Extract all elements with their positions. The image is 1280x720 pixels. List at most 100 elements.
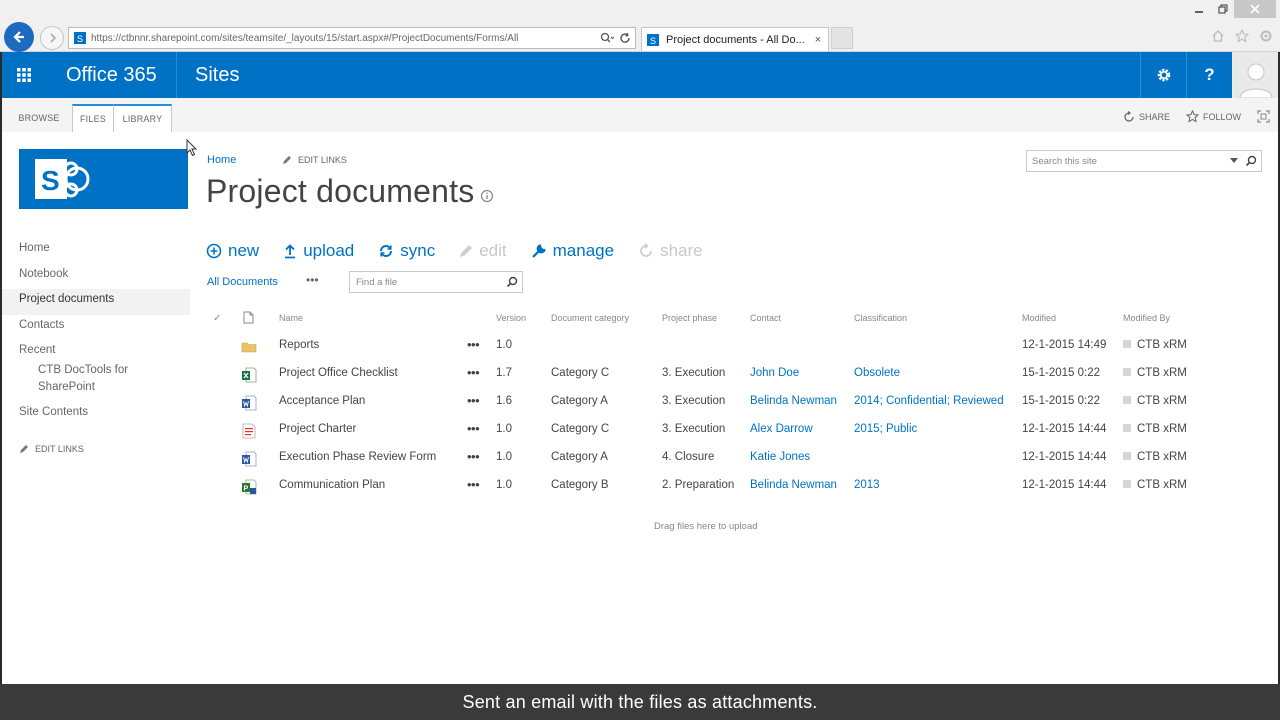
col-version[interactable]: Version <box>496 313 526 323</box>
file-name[interactable]: Communication Plan <box>279 479 385 491</box>
file-contact[interactable]: Alex Darrow <box>750 423 813 435</box>
col-modified[interactable]: Modified <box>1022 313 1056 323</box>
presence-icon <box>1123 396 1131 404</box>
site-logo[interactable]: S <box>19 149 188 209</box>
file-contact[interactable]: Katie Jones <box>750 451 810 463</box>
sync-button[interactable]: sync <box>378 241 435 261</box>
tab-files[interactable]: FILES <box>72 104 114 132</box>
table-row[interactable]: Acceptance Plan ••• 1.6 Category A 3. Ex… <box>0 393 1280 423</box>
file-contact[interactable]: John Doe <box>750 367 799 379</box>
nav-item-notebook[interactable]: Notebook <box>19 264 189 290</box>
browser-tab[interactable]: S Project documents - All Do... × <box>641 27 829 51</box>
file-contact[interactable]: Belinda Newman <box>750 395 837 407</box>
breadcrumb-home[interactable]: Home <box>207 154 236 166</box>
tab-title: Project documents - All Do... <box>666 33 805 46</box>
refresh-icon[interactable] <box>617 30 633 46</box>
tab-library[interactable]: LIBRARY <box>114 104 172 132</box>
table-row[interactable]: Project Charter ••• 1.0 Category C 3. Ex… <box>0 421 1280 451</box>
item-menu-ellipsis[interactable]: ••• <box>467 421 480 436</box>
file-modified-by[interactable]: CTB xRM <box>1123 451 1187 463</box>
app-launcher-button[interactable] <box>2 52 46 98</box>
nav-item-project-documents[interactable]: Project documents <box>0 289 190 315</box>
file-modified-by[interactable]: CTB xRM <box>1123 423 1187 435</box>
tab-close-icon[interactable]: × <box>812 34 824 46</box>
person-icon <box>1238 63 1273 98</box>
focus-content-button[interactable] <box>1257 110 1270 123</box>
file-name[interactable]: Execution Phase Review Form <box>279 451 436 463</box>
table-row[interactable]: Reports ••• 1.0 12-1-2015 14:49 CTB xRM <box>0 337 1280 367</box>
new-button[interactable]: new <box>206 241 259 261</box>
chevron-down-icon[interactable] <box>1227 158 1241 164</box>
modified-by-name[interactable]: CTB xRM <box>1137 367 1187 379</box>
tools-gear-icon[interactable] <box>1258 28 1274 44</box>
file-name[interactable]: Project Office Checklist <box>279 367 398 379</box>
edit-button[interactable]: edit <box>459 241 507 261</box>
nav-item-home[interactable]: Home <box>19 238 189 264</box>
manage-button[interactable]: manage <box>531 241 614 261</box>
item-menu-ellipsis[interactable]: ••• <box>467 365 480 380</box>
forward-button[interactable] <box>40 26 64 50</box>
item-menu-ellipsis[interactable]: ••• <box>467 449 480 464</box>
table-row[interactable]: Execution Phase Review Form ••• 1.0 Cate… <box>0 449 1280 479</box>
back-button[interactable] <box>4 22 34 52</box>
search-icon[interactable] <box>1241 155 1261 167</box>
col-project-phase[interactable]: Project phase <box>662 313 717 323</box>
select-all-check[interactable]: ✓ <box>213 313 221 324</box>
close-window-icon[interactable] <box>1234 0 1276 18</box>
col-document-category[interactable]: Document category <box>551 313 629 323</box>
file-name[interactable]: Reports <box>279 339 319 351</box>
follow-button[interactable]: FOLLOW <box>1185 110 1241 123</box>
search-dropdown-icon[interactable] <box>599 30 615 46</box>
share-command-button[interactable]: share <box>638 241 703 261</box>
find-file-box[interactable]: Find a file <box>349 271 523 293</box>
col-classification[interactable]: Classification <box>854 313 907 323</box>
modified-by-name[interactable]: CTB xRM <box>1137 479 1187 491</box>
file-modified-by[interactable]: CTB xRM <box>1123 395 1187 407</box>
help-button[interactable]: ? <box>1186 52 1232 98</box>
restore-icon[interactable] <box>1214 0 1232 18</box>
address-bar[interactable]: S https://ctbnnr.sharepoint.com/sites/te… <box>68 27 636 49</box>
presence-icon <box>1123 368 1131 376</box>
file-classification[interactable]: 2015; Public <box>854 423 917 435</box>
nav-item-contacts[interactable]: Contacts <box>19 315 189 341</box>
file-modified-by[interactable]: CTB xRM <box>1123 479 1187 491</box>
new-tab-button[interactable] <box>831 27 853 49</box>
settings-button[interactable] <box>1140 52 1186 98</box>
upload-button[interactable]: upload <box>283 241 354 261</box>
tab-browse[interactable]: BROWSE <box>14 104 64 132</box>
modified-by-name[interactable]: CTB xRM <box>1137 451 1187 463</box>
more-views-button[interactable]: ••• <box>306 273 319 287</box>
info-icon[interactable] <box>480 189 494 203</box>
file-classification[interactable]: 2014; Confidential; Reviewed <box>854 395 1004 407</box>
site-search-box[interactable]: Search this site <box>1026 150 1262 172</box>
table-row[interactable]: P Communication Plan ••• 1.0 Category B … <box>0 477 1280 507</box>
col-modified-by[interactable]: Modified By <box>1123 313 1170 323</box>
item-menu-ellipsis[interactable]: ••• <box>467 337 480 352</box>
share-button[interactable]: SHARE <box>1123 110 1170 123</box>
minimize-icon[interactable] <box>1190 0 1208 18</box>
address-url[interactable]: https://ctbnnr.sharepoint.com/sites/team… <box>91 33 599 44</box>
office365-brand[interactable]: Office 365 <box>66 64 176 87</box>
file-contact[interactable]: Belinda Newman <box>750 479 837 491</box>
sites-link[interactable]: Sites <box>195 64 239 87</box>
search-icon[interactable] <box>502 276 522 288</box>
file-modified-by[interactable]: CTB xRM <box>1123 339 1187 351</box>
breadcrumb-edit-links[interactable]: EDIT LINKS <box>282 155 347 165</box>
table-row[interactable]: Project Office Checklist ••• 1.7 Categor… <box>0 365 1280 395</box>
view-all-documents[interactable]: All Documents <box>207 276 278 288</box>
favorites-star-icon[interactable] <box>1234 28 1250 44</box>
file-name[interactable]: Project Charter <box>279 423 356 435</box>
file-name[interactable]: Acceptance Plan <box>279 395 365 407</box>
home-icon[interactable] <box>1210 28 1226 44</box>
col-contact[interactable]: Contact <box>750 313 781 323</box>
avatar[interactable] <box>1232 52 1278 98</box>
item-menu-ellipsis[interactable]: ••• <box>467 393 480 408</box>
modified-by-name[interactable]: CTB xRM <box>1137 395 1187 407</box>
modified-by-name[interactable]: CTB xRM <box>1137 339 1187 351</box>
file-classification[interactable]: Obsolete <box>854 367 900 379</box>
item-menu-ellipsis[interactable]: ••• <box>467 477 480 492</box>
col-name[interactable]: Name <box>279 313 303 323</box>
file-modified-by[interactable]: CTB xRM <box>1123 367 1187 379</box>
modified-by-name[interactable]: CTB xRM <box>1137 423 1187 435</box>
file-classification[interactable]: 2013 <box>854 479 880 491</box>
